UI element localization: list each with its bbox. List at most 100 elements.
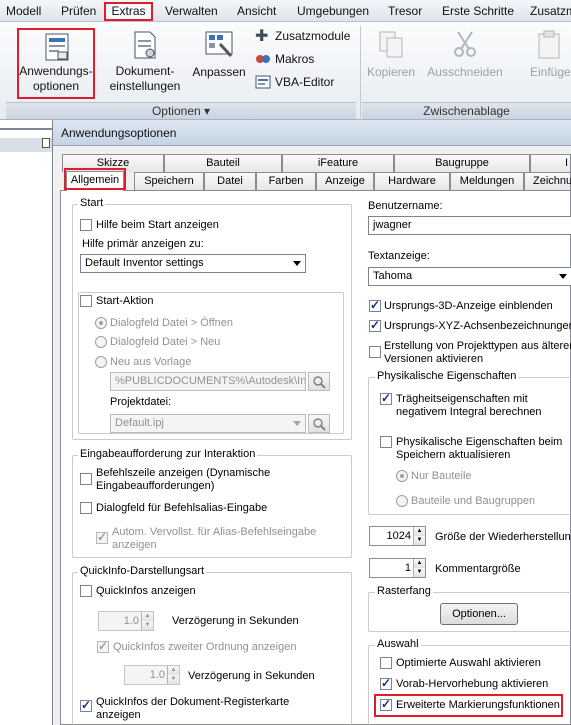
tab-speichern[interactable]: Speichern [134, 172, 204, 190]
radio-bauteile-baugruppen[interactable] [396, 495, 408, 507]
vorlage-browse-button[interactable] [308, 372, 330, 391]
textanzeige-select[interactable]: Tahoma [368, 267, 571, 286]
menu-zusatzmodule[interactable]: Zusatzm [530, 4, 571, 18]
tab-ifeature[interactable]: iFeature [282, 154, 394, 172]
hilfe-beim-start-checkbox[interactable] [80, 219, 92, 231]
dialogfeld-alias-checkbox[interactable] [80, 502, 92, 514]
dokumenteinstellungen-label: Dokument- einstellungen [109, 64, 181, 93]
menu-ansicht[interactable]: Ansicht [237, 4, 276, 18]
kommentar-value: 1 [404, 562, 411, 574]
panel-label-optionen[interactable]: Optionen ▾ [6, 102, 356, 119]
allgemein-tab-highlight [64, 168, 126, 190]
macros-icon [256, 55, 270, 63]
vba-editor-button[interactable]: VBA-Editor [253, 74, 357, 92]
spin-up-icon[interactable]: ▲ [141, 612, 153, 621]
spin-up-icon[interactable]: ▲ [413, 559, 425, 568]
anpassen-button[interactable]: Anpassen [190, 28, 248, 88]
verzoegerung-1-stepper[interactable]: 1.0 ▲ ▼ [98, 611, 154, 631]
spin-down-icon[interactable]: ▼ [167, 675, 179, 684]
verzoegerung-2-label: Verzögerung in Sekunden [188, 670, 315, 682]
hilfe-primaer-select[interactable]: Default Inventor settings [80, 254, 306, 273]
quickinfos-dokument-checkbox[interactable] [80, 698, 92, 712]
kopieren-button[interactable]: Kopieren [364, 28, 418, 88]
quickinfos-dokument-label: QuickInfos der Dokument-Registerkarte an… [96, 696, 290, 721]
radio-neu-aus-vorlage[interactable] [95, 356, 107, 368]
vorab-hervorhebung-checkbox[interactable] [380, 676, 392, 690]
dokumenteinstellungen-button[interactable]: Dokument- einstellungen [104, 28, 186, 99]
einfuegen-button[interactable]: Einfüge [524, 28, 571, 88]
tab-anzeige[interactable]: Anzeige [316, 172, 374, 190]
dialog-titlebar: Anwendungsoptionen [53, 120, 571, 146]
wiederherstellung-stepper[interactable]: 1024 ▲ ▼ [369, 526, 426, 546]
start-aktion-checkbox[interactable] [80, 295, 92, 307]
tab-hardware[interactable]: Hardware [374, 172, 450, 190]
scissors-icon [454, 31, 476, 57]
zusatzmodule-button[interactable]: ✚ Zusatzmodule [253, 28, 357, 46]
makros-button[interactable]: Makros [253, 51, 357, 69]
verzoegerung-1-label: Verzögerung in Sekunden [172, 615, 299, 627]
kommentar-stepper[interactable]: 1 ▲ ▼ [369, 558, 426, 578]
optimierte-auswahl-checkbox[interactable] [380, 657, 392, 669]
ursprung-3d-checkbox[interactable] [369, 298, 381, 312]
projekttypen-label: Erstellung von Projekttypen aus älteren … [384, 340, 571, 365]
menu-tresor[interactable]: Tresor [388, 4, 422, 18]
radio-neu-aus-vorlage-label: Neu aus Vorlage [110, 356, 192, 368]
menu-verwalten[interactable]: Verwalten [165, 4, 218, 18]
benutzername-label: Benutzername: [368, 200, 443, 212]
ausschneiden-button[interactable]: Ausschneiden [424, 28, 506, 88]
paste-icon [538, 30, 560, 59]
document-settings-icon [134, 31, 156, 59]
radio-nur-bauteile[interactable] [396, 470, 408, 482]
spin-up-icon[interactable]: ▲ [167, 666, 179, 675]
makros-label: Makros [275, 52, 315, 66]
ursprung-xyz-checkbox[interactable] [369, 318, 381, 332]
menu-pruefen[interactable]: Prüfen [61, 4, 96, 18]
radio-nur-bauteile-label: Nur Bauteile [411, 470, 472, 482]
tab-meldungen[interactable]: Meldungen [450, 172, 524, 190]
anwendungsoptionen-button[interactable]: Anwendungs- optionen [17, 28, 95, 99]
quickinfos-anzeigen-checkbox[interactable] [80, 585, 92, 597]
spin-down-icon[interactable]: ▼ [141, 621, 153, 630]
radio-datei-neu-label: Dialogfeld Datei > Neu [110, 336, 221, 348]
vba-editor-label: VBA-Editor [275, 75, 335, 89]
rasterfang-optionen-button[interactable]: Optionen... [440, 603, 518, 625]
phys-speichern-checkbox[interactable] [380, 436, 392, 448]
vorlage-path-field[interactable]: %PUBLICDOCUMENTS%\Autodesk\Inv [110, 372, 306, 391]
tab-baugruppe[interactable]: Baugruppe [394, 154, 530, 172]
plus-icon: ✚ [255, 28, 269, 45]
quickinfos-zweiter-checkbox[interactable] [97, 639, 109, 653]
optimierte-auswahl-label: Optimierte Auswahl aktivieren [396, 657, 541, 669]
traegheit-checkbox[interactable] [380, 391, 392, 405]
projektdatei-browse-button[interactable] [308, 414, 330, 433]
menu-extras[interactable]: Extras [104, 2, 153, 21]
application-options-icon [45, 33, 69, 61]
autom-vervollst-checkbox[interactable] [96, 530, 108, 544]
wiederherstellung-value: 1024 [386, 530, 411, 542]
menu-umgebungen[interactable]: Umgebungen [297, 4, 369, 18]
spin-down-icon[interactable]: ▼ [413, 568, 425, 577]
menu-erste-schritte[interactable]: Erste Schritte [442, 4, 514, 18]
spin-down-icon[interactable]: ▼ [413, 536, 425, 545]
tab-farben[interactable]: Farben [256, 172, 316, 190]
radio-datei-neu[interactable] [95, 336, 107, 348]
tab-datei[interactable]: Datei [204, 172, 256, 190]
hilfe-beim-start-label: Hilfe beim Start anzeigen [96, 219, 219, 231]
vorab-hervorhebung-label: Vorab-Hervorhebung aktivieren [396, 678, 549, 690]
tab-bauteil[interactable]: Bauteil [164, 154, 282, 172]
chevron-down-icon [293, 421, 301, 426]
radio-datei-oeffnen[interactable] [95, 317, 107, 329]
projekttypen-checkbox[interactable] [369, 346, 381, 358]
spin-up-icon[interactable]: ▲ [413, 527, 425, 536]
tab-ilogic[interactable]: I [530, 154, 571, 172]
radio-datei-oeffnen-label: Dialogfeld Datei > Öffnen [110, 317, 234, 329]
panel-label-zwischenablage: Zwischenablage [362, 102, 571, 119]
tab-zeichnung[interactable]: Zeichnu [524, 172, 571, 190]
menu-modell[interactable]: Modell [6, 4, 41, 18]
benutzername-input[interactable]: jwagner [368, 216, 571, 235]
magnifier-icon [313, 418, 326, 431]
textanzeige-value: Tahoma [373, 270, 413, 282]
verzoegerung-2-stepper[interactable]: 1.0 ▲ ▼ [124, 665, 180, 685]
projektdatei-select[interactable]: Default.ipj [110, 414, 306, 433]
chevron-down-icon [559, 274, 567, 279]
befehlszeile-checkbox[interactable] [80, 473, 92, 485]
